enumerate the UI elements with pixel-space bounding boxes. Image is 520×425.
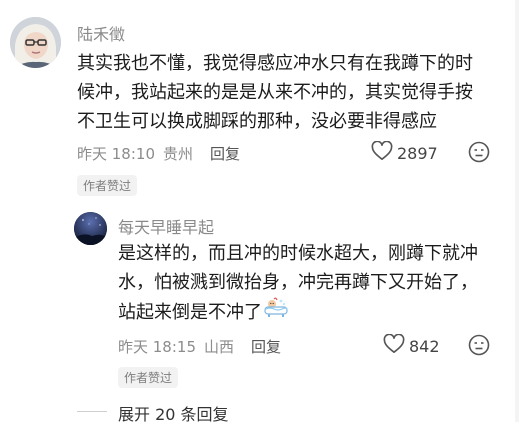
comment-body: 其实我也不懂，我觉得感应冲水只有在我蹲下的时 候冲，我站起来的是是从来不冲的，其… <box>77 49 473 136</box>
scrollbar[interactable] <box>515 0 519 422</box>
comment-line: 候冲，我站起来的是是从来不冲的，其实觉得手按 <box>77 82 473 103</box>
comment-time: 昨天 18:15 <box>118 338 196 356</box>
unhappy-face-icon[interactable] <box>468 141 490 167</box>
like-count: 2897 <box>397 143 438 163</box>
author-liked-badge: 作者赞过 <box>118 367 179 388</box>
bathing-emoji-icon <box>264 297 288 328</box>
like-button[interactable]: 2897 <box>371 140 438 165</box>
expand-divider <box>77 411 107 412</box>
comment-location: 贵州 <box>163 145 194 163</box>
like-count: 842 <box>409 336 440 356</box>
unhappy-face-icon[interactable] <box>468 334 490 360</box>
comment-line-wrapper: 站起来倒是不冲了 <box>118 297 478 328</box>
comment-line: 不卫生可以换成脚踩的那种，没必要非得感应 <box>77 111 437 132</box>
comment-body: 是这样的，而且冲的时候水超大，刚蹲下就冲 水，怕被溅到微抬身，冲完再蹲下又开始了… <box>118 239 478 328</box>
comment-username[interactable]: 陆禾徵 <box>77 21 125 45</box>
like-button[interactable]: 842 <box>383 333 440 358</box>
comment-line: 其实我也不懂，我觉得感应冲水只有在我蹲下的时 <box>77 53 473 74</box>
comment-username[interactable]: 每天早睡早起 <box>118 214 214 238</box>
reply-button[interactable]: 回复 <box>251 336 281 357</box>
expand-replies-button[interactable]: 展开 20 条回复 <box>118 401 229 425</box>
avatar[interactable] <box>10 17 61 68</box>
heart-outline-icon <box>371 140 393 165</box>
comment-line: 水，怕被溅到微抬身，冲完再蹲下又开始了， <box>118 272 478 293</box>
author-liked-badge: 作者赞过 <box>77 175 138 196</box>
avatar[interactable] <box>74 212 107 245</box>
comment-line: 是这样的，而且冲的时候水超大，刚蹲下就冲 <box>118 243 478 264</box>
reply-button[interactable]: 回复 <box>210 143 240 164</box>
heart-outline-icon <box>383 333 405 358</box>
comment-location: 山西 <box>204 338 235 356</box>
comment-line: 站起来倒是不冲了 <box>118 302 262 323</box>
comment-time: 昨天 18:10 <box>77 145 155 163</box>
